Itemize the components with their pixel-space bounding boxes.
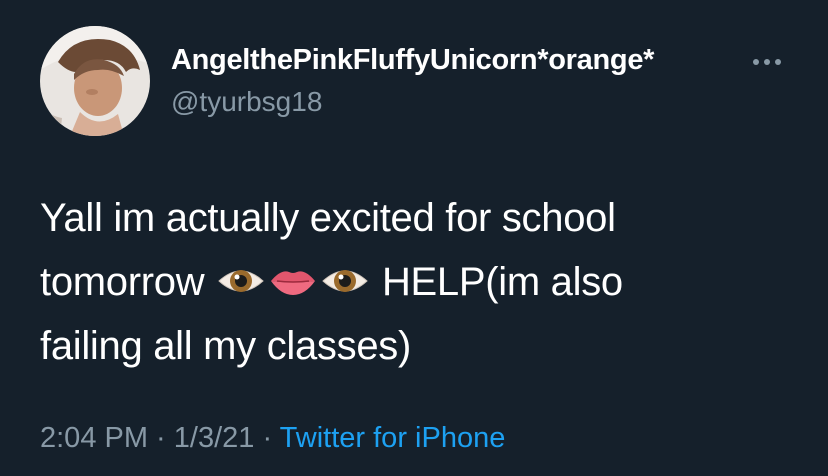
tweet-text: Yall im actually excited for school tomo… bbox=[40, 186, 780, 378]
tweet-text-line-2-start: tomorrow bbox=[40, 260, 205, 304]
meta-separator: · bbox=[148, 422, 174, 454]
tweet-source-link[interactable]: Twitter for iPhone bbox=[280, 422, 506, 454]
meta-separator: · bbox=[254, 422, 280, 454]
display-name[interactable]: AngelthePinkFluffyUnicorn*orange* bbox=[171, 44, 654, 77]
tweet-metadata: 2:04 PM · 1/3/21 · Twitter for iPhone bbox=[40, 422, 505, 455]
tweet-text-line-2: tomorrow HELP(im also bbox=[40, 250, 780, 314]
tweet-text-line-1: Yall im actually excited for school bbox=[40, 196, 616, 240]
more-options-button[interactable] bbox=[750, 52, 784, 72]
avatar[interactable] bbox=[40, 26, 150, 136]
eye-emoji-icon bbox=[319, 261, 371, 301]
tweet-text-line-3: failing all my classes) bbox=[40, 324, 411, 368]
tweet-date[interactable]: 1/3/21 bbox=[174, 422, 255, 454]
tweet-time[interactable]: 2:04 PM bbox=[40, 422, 148, 454]
mouth-emoji-icon bbox=[267, 261, 319, 301]
user-handle[interactable]: @tyurbsg18 bbox=[171, 86, 322, 118]
eye-emoji-icon bbox=[215, 261, 267, 301]
more-horizontal-icon bbox=[750, 52, 784, 72]
tweet-text-line-2-end: HELP(im also bbox=[371, 260, 623, 304]
